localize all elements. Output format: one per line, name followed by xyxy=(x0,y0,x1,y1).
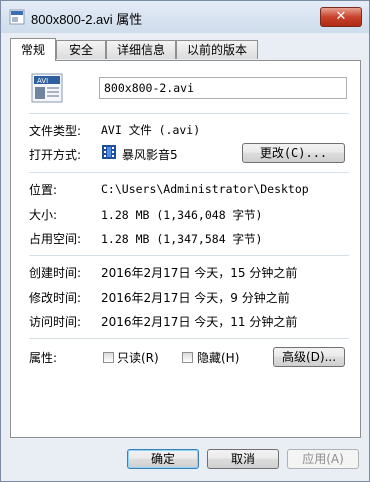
ok-button[interactable]: 确定 xyxy=(127,449,199,469)
close-button[interactable]: ✕ xyxy=(320,7,362,27)
properties-window: 800x800-2.avi 属性 ✕ 常规 安全 详细信息 以前的版本 AVI … xyxy=(0,0,370,482)
readonly-label[interactable]: 只读(R) xyxy=(117,349,159,366)
separator xyxy=(29,338,349,339)
file-icon xyxy=(9,9,25,25)
file-type-label: 文件类型: xyxy=(29,124,82,138)
hidden-checkbox[interactable] xyxy=(182,352,193,363)
tab-previous-versions[interactable]: 以前的版本 xyxy=(176,40,258,59)
size-on-disk-value: 1.28 MB (1,347,584 字节) xyxy=(101,232,263,246)
readonly-checkbox[interactable] xyxy=(103,352,114,363)
tab-security[interactable]: 安全 xyxy=(56,40,106,59)
open-with-label: 打开方式: xyxy=(29,148,82,162)
general-tab-page xyxy=(10,60,361,438)
tab-general[interactable]: 常规 xyxy=(10,38,56,61)
apply-button[interactable]: 应用(A) xyxy=(287,449,359,469)
location-value: C:\Users\Administrator\Desktop xyxy=(101,182,309,196)
file-type-value: AVI 文件 (.avi) xyxy=(101,123,201,137)
created-value: 2016年2月17日 今天，15 分钟之前 xyxy=(101,266,298,280)
change-button[interactable]: 更改(C)... xyxy=(242,143,345,163)
separator xyxy=(29,113,349,114)
file-icon-badge: AVI xyxy=(37,77,48,85)
cancel-button[interactable]: 取消 xyxy=(207,449,279,469)
separator xyxy=(29,172,349,173)
size-value: 1.28 MB (1,346,048 字节) xyxy=(101,208,263,222)
accessed-value: 2016年2月17日 今天，11 分钟之前 xyxy=(101,315,298,329)
window-title: 800x800-2.avi 属性 xyxy=(31,12,143,27)
hidden-label[interactable]: 隐藏(H) xyxy=(197,349,239,366)
modified-value: 2016年2月17日 今天，9 分钟之前 xyxy=(101,291,290,305)
size-on-disk-label: 占用空间: xyxy=(29,232,82,246)
size-label: 大小: xyxy=(29,208,58,222)
open-with-value: 暴风影音5 xyxy=(122,148,178,162)
storm-player-icon xyxy=(102,145,116,159)
advanced-button[interactable]: 高级(D)... xyxy=(273,347,345,367)
created-label: 创建时间: xyxy=(29,266,82,280)
separator xyxy=(29,255,349,256)
tab-details[interactable]: 详细信息 xyxy=(106,40,176,59)
modified-label: 修改时间: xyxy=(29,291,82,305)
attributes-label: 属性: xyxy=(29,351,58,365)
title-bar[interactable]: 800x800-2.avi 属性 ✕ xyxy=(1,1,369,33)
accessed-label: 访问时间: xyxy=(29,315,82,329)
file-name-input[interactable]: 800x800-2.avi xyxy=(99,77,347,99)
avi-file-icon: AVI xyxy=(31,73,63,103)
location-label: 位置: xyxy=(29,183,58,197)
